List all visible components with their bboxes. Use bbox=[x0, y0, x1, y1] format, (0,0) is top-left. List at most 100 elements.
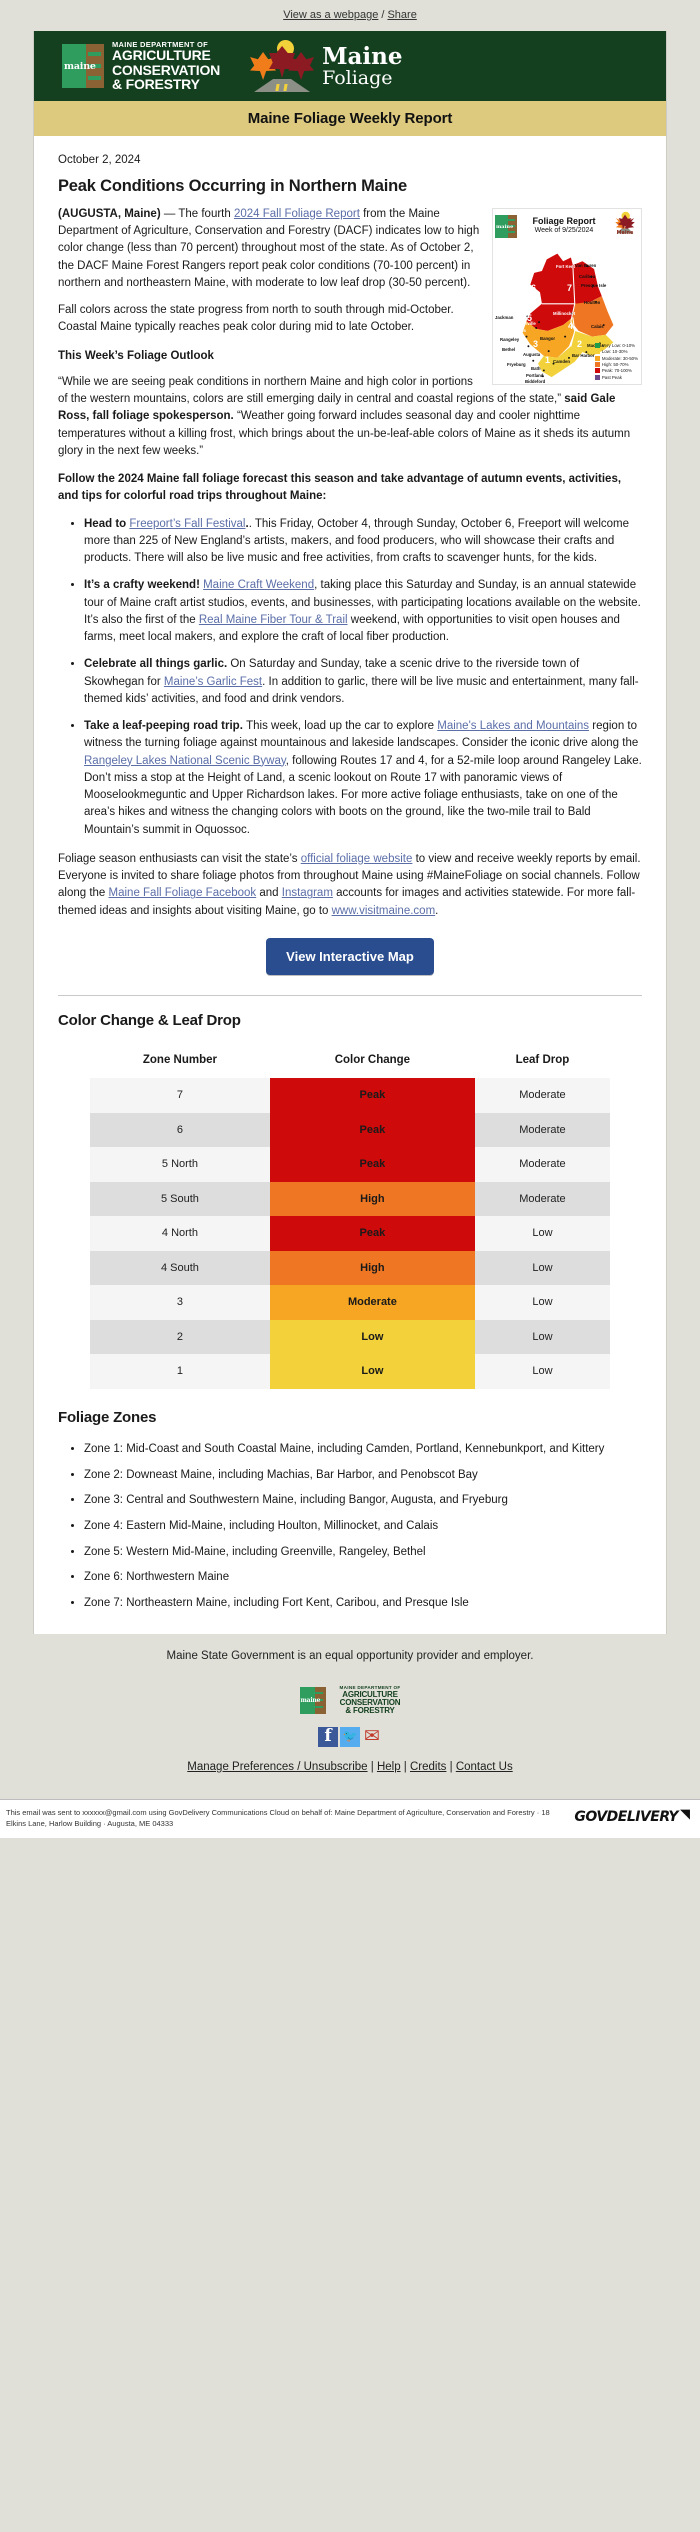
column-header-zone-number: Zone Number bbox=[142, 1053, 217, 1066]
legal-text: This email was sent to xxxxxx@gmail.com … bbox=[6, 1807, 550, 1829]
cell-color-change: Peak bbox=[269, 1078, 475, 1113]
map-zone-label-4: 4 bbox=[568, 321, 574, 332]
map-subtitle: Week of 9/25/2024 bbox=[534, 227, 594, 235]
map-city-van-buren: Van Buren bbox=[575, 263, 597, 269]
table-row: 4 South High Low bbox=[90, 1250, 610, 1286]
cell-color-change: Peak bbox=[269, 1112, 475, 1148]
maine-craft-weekend-link[interactable]: Maine Craft Weekend bbox=[203, 579, 314, 591]
map-city-millinocket: Millinocket bbox=[553, 311, 576, 317]
list-item: Zone 7: Northeastern Maine, including Fo… bbox=[84, 1595, 642, 1612]
cell-color-change: Moderate bbox=[269, 1285, 475, 1320]
footer-sep-3: | bbox=[446, 1760, 456, 1773]
twitter-icon[interactable] bbox=[340, 1726, 360, 1747]
maine-wordmark: maine bbox=[64, 61, 96, 72]
cell-zone: 4 South bbox=[90, 1250, 270, 1286]
map-maine-wordmark: maine bbox=[496, 223, 514, 230]
map-zone-label-2: 2 bbox=[577, 339, 583, 350]
map-city-bangor: Bangor bbox=[540, 336, 556, 342]
footer-sep-2: | bbox=[400, 1760, 410, 1773]
foliage-zones-title: Foliage Zones bbox=[58, 1408, 157, 1426]
tips-intro: Follow the 2024 Maine fall foliage forec… bbox=[58, 473, 622, 503]
cell-color-change: Peak bbox=[269, 1216, 475, 1251]
cell-leaf-drop: Low bbox=[474, 1285, 610, 1320]
foliage-word-maine: Maine bbox=[322, 42, 403, 70]
email-body: maine MAINE DEPARTMENT OF AGRICULTURE CO… bbox=[33, 31, 667, 1634]
cell-leaf-drop: Low bbox=[474, 1216, 610, 1251]
visitmaine-link[interactable]: www.visitmaine.com bbox=[332, 905, 436, 917]
help-link[interactable]: Help bbox=[377, 1761, 401, 1773]
share-link[interactable]: Share bbox=[387, 9, 416, 21]
footer-maine-wordmark: maine bbox=[300, 1696, 321, 1704]
credits-link[interactable]: Credits bbox=[410, 1761, 446, 1773]
cell-zone: 6 bbox=[90, 1112, 270, 1148]
fall-foliage-report-link[interactable]: 2024 Fall Foliage Report bbox=[234, 208, 360, 220]
official-foliage-website-link[interactable]: official foliage website bbox=[301, 853, 413, 865]
foliage-zones-list: Zone 1: Mid-Coast and South Coastal Main… bbox=[58, 1441, 642, 1612]
maine-dacf-logo: maine MAINE DEPARTMENT OF AGRICULTURE CO… bbox=[62, 41, 220, 91]
list-item: Zone 2: Downeast Maine, including Machia… bbox=[84, 1467, 642, 1484]
real-maine-fiber-tour-link[interactable]: Real Maine Fiber Tour & Trail bbox=[199, 614, 348, 626]
department-line-1: AGRICULTURE bbox=[112, 47, 211, 64]
table-row: 4 North Peak Low bbox=[90, 1216, 610, 1251]
map-header: maine Foliage Report Week of 9/25/2024 M… bbox=[495, 211, 639, 241]
preheader-separator: / bbox=[381, 9, 385, 21]
social-links bbox=[0, 1725, 700, 1748]
spokesperson-quote: “While we are seeing peak conditions in … bbox=[58, 374, 642, 460]
map-city-bethel: Bethel bbox=[502, 347, 516, 353]
view-as-webpage-link[interactable]: View as a webpage bbox=[283, 9, 378, 21]
maine-fall-foliage-facebook-link[interactable]: Maine Fall Foliage Facebook bbox=[109, 887, 257, 899]
tip-3-heading: Celebrate all things garlic. bbox=[84, 658, 231, 671]
maines-garlic-fest-link[interactable]: Maine’s Garlic Fest bbox=[164, 676, 262, 688]
maine-m-mark-icon: maine bbox=[62, 44, 104, 88]
list-item: Zone 4: Eastern Mid-Maine, including Hou… bbox=[84, 1518, 642, 1535]
department-line-2: CONSERVATION bbox=[112, 61, 221, 78]
cell-leaf-drop: Low bbox=[474, 1319, 610, 1355]
map-city-calais: Calais bbox=[591, 324, 604, 330]
quote-part-1: “While we are seeing peak conditions in … bbox=[58, 375, 562, 406]
table-row: 7 Peak Moderate bbox=[90, 1078, 610, 1113]
department-name: MAINE DEPARTMENT OF AGRICULTURE CONSERVA… bbox=[112, 41, 221, 92]
lakes-and-mountains-link[interactable]: Maine's Lakes and Mountains bbox=[437, 720, 589, 732]
table-row: 5 South High Moderate bbox=[90, 1181, 610, 1217]
govdelivery-wordmark: GOVDELIVERY bbox=[574, 1808, 678, 1825]
map-city-houlton: Houlton bbox=[584, 300, 601, 306]
list-item: Head to Freeport’s Fall Festival.. This … bbox=[84, 516, 642, 568]
map-city-bar-harbor: Bar Harbor bbox=[572, 353, 595, 359]
email-icon[interactable] bbox=[362, 1725, 382, 1748]
closing-text-5: . bbox=[435, 904, 439, 917]
cell-color-change: Peak bbox=[269, 1147, 475, 1182]
map-zone-label-1: 1 bbox=[545, 355, 551, 366]
newsletter-title-bar: Maine Foliage Weekly Report bbox=[34, 101, 666, 136]
map-dacf-logo-icon: maine bbox=[495, 214, 517, 238]
lede-dash: — The fourth bbox=[160, 207, 234, 220]
map-city-augusta: Augusta bbox=[523, 352, 541, 358]
legend-label-high: High: 50-70% bbox=[601, 362, 629, 367]
instagram-link[interactable]: Instagram bbox=[282, 887, 333, 899]
footer-department-line-3: & FORESTRY bbox=[345, 1705, 395, 1715]
list-item: Zone 5: Western Mid-Maine, including Gre… bbox=[84, 1544, 642, 1561]
cell-leaf-drop: Moderate bbox=[474, 1181, 610, 1217]
map-legend: Very Low: 0-10% Low: 10-30% Moderate: 30… bbox=[594, 342, 638, 381]
rangeley-scenic-byway-link[interactable]: Rangeley Lakes National Scenic Byway bbox=[84, 755, 286, 767]
foliage-word-foliage: Foliage bbox=[322, 66, 393, 89]
legend-label-peak: Peak: 70-100% bbox=[601, 368, 632, 374]
manage-preferences-link[interactable]: Manage Preferences / Unsubscribe bbox=[187, 1761, 367, 1773]
map-city-eustis: Eustis bbox=[513, 328, 526, 334]
view-interactive-map-button[interactable]: View Interactive Map bbox=[266, 937, 434, 976]
svg-text:Maine: Maine bbox=[617, 230, 634, 235]
cell-zone: 1 bbox=[90, 1354, 270, 1389]
tip-4-text-pre: This week, load up the car to explore bbox=[246, 720, 438, 733]
govdelivery-logo: GOVDELIVERY ◥ bbox=[574, 1807, 690, 1828]
preheader-bar: View as a webpage / Share bbox=[0, 0, 700, 31]
footer-links: Manage Preferences / Unsubscribe | Help … bbox=[0, 1761, 700, 1799]
cell-leaf-drop: Low bbox=[474, 1250, 610, 1286]
cell-color-change: Low bbox=[269, 1319, 475, 1355]
facebook-icon[interactable] bbox=[318, 1726, 338, 1747]
contact-us-link[interactable]: Contact Us bbox=[456, 1761, 513, 1773]
tip-4-heading: Take a leaf-peeping road trip. bbox=[84, 720, 247, 733]
maine-foliage-logo: Maine Foliage bbox=[250, 40, 403, 92]
map-graphic: 6 7 5 4 3 2 1 Van Buren Caribou Presque … bbox=[495, 242, 639, 384]
freeport-fall-festival-link[interactable]: Freeport’s Fall Festival bbox=[129, 518, 245, 530]
divider bbox=[58, 995, 642, 997]
table-row: 2 Low Low bbox=[90, 1319, 610, 1355]
